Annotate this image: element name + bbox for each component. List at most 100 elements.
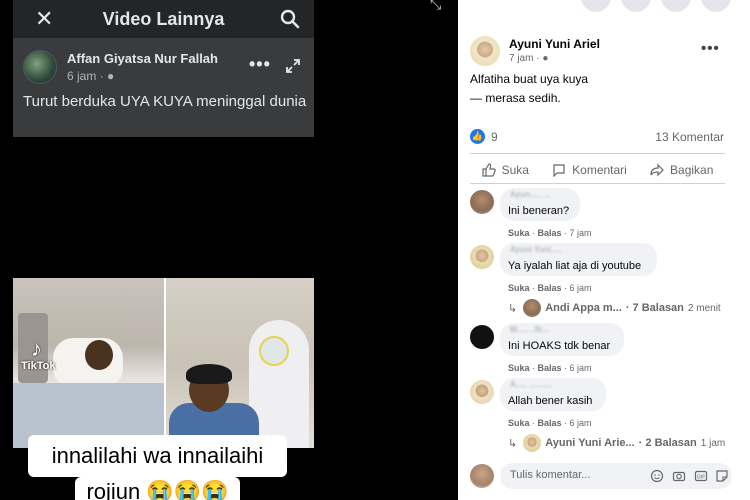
comment-time: 7 jam <box>569 228 592 238</box>
view-replies-link[interactable]: ↳ Ayuni Yuni Arie... · 2 Balasan 1 jam <box>508 433 725 453</box>
comment-icon <box>553 164 565 177</box>
patient-hair <box>186 364 232 384</box>
reply-arrow-icon: ↳ <box>508 302 518 315</box>
comment-label: Komentari <box>572 163 627 177</box>
comment-reply-link[interactable]: Balas <box>538 363 562 373</box>
video-viewer: ✕ Video Lainnya Affan Giyatsa Nur Fallah… <box>0 0 458 500</box>
post-text-line1: Alfatiha buat uya kuya <box>470 72 589 86</box>
comment-text: Allah bener kasih <box>508 395 593 407</box>
reply-author: Ayuni Yuni Arie... <box>545 437 635 449</box>
post-actions: Suka Komentari Bagikan <box>470 160 725 180</box>
post-time-text: 6 jam · <box>67 69 108 83</box>
collapse-arrow-icon[interactable]: ⤡ <box>430 0 441 13</box>
more-options-icon[interactable]: ••• <box>249 54 271 75</box>
thumbs-up-icon <box>481 163 496 177</box>
commenter-name-redacted: A..... .......... <box>510 380 552 389</box>
comment-input-placeholder: Tulis komentar... <box>510 469 591 481</box>
notifications-icon[interactable] <box>661 0 691 12</box>
post-timestamp: 7 jam · ● <box>509 53 548 64</box>
comment-count[interactable]: 13 Komentar <box>655 130 724 144</box>
comment-text: Ini beneran? <box>508 205 570 217</box>
comment-text: Ini HOAKS tdk benar <box>508 340 611 352</box>
sticker-icon[interactable] <box>715 469 729 483</box>
gif-icon[interactable]: GIF <box>694 469 708 483</box>
view-replies-link[interactable]: ↳ Andi Appa m... · 7 Balasan 2 menit <box>508 298 721 318</box>
commenter-name-redacted: Ayun..... ... <box>510 190 550 199</box>
comment-composer: Tulis komentar... GIF <box>470 463 732 489</box>
comment-time: 6 jam <box>569 363 592 373</box>
video-header-title: Video Lainnya <box>102 9 225 29</box>
avatar[interactable] <box>470 325 494 349</box>
post-timestamp: 6 jam · ● <box>67 69 114 83</box>
camera-icon[interactable] <box>672 469 686 483</box>
tiktok-watermark: ♪ TikTok <box>21 338 55 373</box>
avatar <box>470 464 494 488</box>
comment-reply-link[interactable]: Balas <box>538 228 562 238</box>
reply-arrow-icon: ↳ <box>508 437 518 450</box>
comment-time: 6 jam <box>569 418 592 428</box>
avatar[interactable] <box>470 36 500 66</box>
comment-bubble: M..... ..Si... Ini HOAKS tdk benar <box>500 323 624 356</box>
share-icon <box>650 163 664 177</box>
like-icon: 👍 <box>470 129 485 144</box>
comment-reply-link[interactable]: Balas <box>538 283 562 293</box>
comment-meta: Suka · Balas · 6 jam <box>508 283 592 293</box>
video-post-card: Affan Giyatsa Nur Fallah 6 jam · ● ••• T… <box>13 38 314 137</box>
commenter-name-redacted: Ayuni Yuni..... <box>510 245 563 254</box>
reply-author: Andi Appa m... <box>545 302 622 314</box>
emoji-icon[interactable] <box>650 469 664 483</box>
commenter-name-redacted: M..... ..Si... <box>510 325 549 334</box>
video-caption-line1: innalilahi wa innailaihi <box>28 435 287 477</box>
post-feeling: — merasa sedih. <box>470 91 561 105</box>
account-icon[interactable] <box>701 0 731 12</box>
like-count: 9 <box>491 129 498 144</box>
comment-like-link[interactable]: Suka <box>508 228 530 238</box>
avatar[interactable] <box>470 245 494 269</box>
avatar[interactable] <box>470 380 494 404</box>
comment-reply-link[interactable]: Balas <box>538 418 562 428</box>
comment-like-link[interactable]: Suka <box>508 363 530 373</box>
more-options-icon[interactable]: ••• <box>701 40 720 57</box>
reply-time: 2 menit <box>687 302 721 314</box>
svg-text:GIF: GIF <box>697 475 705 481</box>
globe-icon: ● <box>107 69 115 83</box>
reaction-summary[interactable]: 👍 9 <box>470 129 498 144</box>
comment-input[interactable]: Tulis komentar... GIF <box>500 463 732 489</box>
comment-meta: Suka · Balas · 6 jam <box>508 418 592 428</box>
video-frame-right <box>164 278 314 448</box>
post-time-text: 7 jam · <box>509 53 543 64</box>
comment-bubble: Ayun..... ... Ini beneran? <box>500 188 580 221</box>
face-shield <box>259 336 289 366</box>
messenger-icon[interactable] <box>621 0 651 12</box>
like-button[interactable]: Suka <box>481 160 529 180</box>
comment-like-link[interactable]: Suka <box>508 418 530 428</box>
patient-head <box>85 340 113 370</box>
reply-count: · 2 Balasan <box>638 437 697 449</box>
avatar[interactable] <box>470 190 494 214</box>
reply-count: · 7 Balasan <box>625 302 684 314</box>
video-caption-line2: rojiun 😭😭😭 <box>75 477 240 500</box>
menu-icon[interactable] <box>581 0 611 12</box>
top-toolbar <box>581 0 731 12</box>
post-author-name[interactable]: Affan Giyatsa Nur Fallah <box>67 51 218 66</box>
comment-bubble: A..... .......... Allah bener kasih <box>500 378 606 411</box>
avatar[interactable] <box>23 50 57 84</box>
reply-time: 1 jam <box>700 437 726 449</box>
divider <box>470 153 725 154</box>
comment-text: Ya iyalah liat aja di youtube <box>508 260 642 272</box>
comment-bubble: Ayuni Yuni..... Ya iyalah liat aja di yo… <box>500 243 657 276</box>
avatar <box>523 434 542 452</box>
comment-meta: Suka · Balas · 6 jam <box>508 363 592 373</box>
share-button[interactable]: Bagikan <box>650 160 713 180</box>
video-player[interactable]: ♪ TikTok <box>13 278 314 448</box>
post-author-name[interactable]: Ayuni Yuni Ariel <box>509 37 600 51</box>
like-label: Suka <box>501 163 529 177</box>
comment-time: 6 jam <box>569 283 592 293</box>
search-icon[interactable] <box>280 9 300 29</box>
globe-icon: ● <box>542 53 549 64</box>
share-label: Bagikan <box>670 163 714 177</box>
video-divider <box>164 278 166 448</box>
comment-like-link[interactable]: Suka <box>508 283 530 293</box>
comment-button[interactable]: Komentari <box>552 160 627 180</box>
expand-icon[interactable] <box>285 58 301 74</box>
